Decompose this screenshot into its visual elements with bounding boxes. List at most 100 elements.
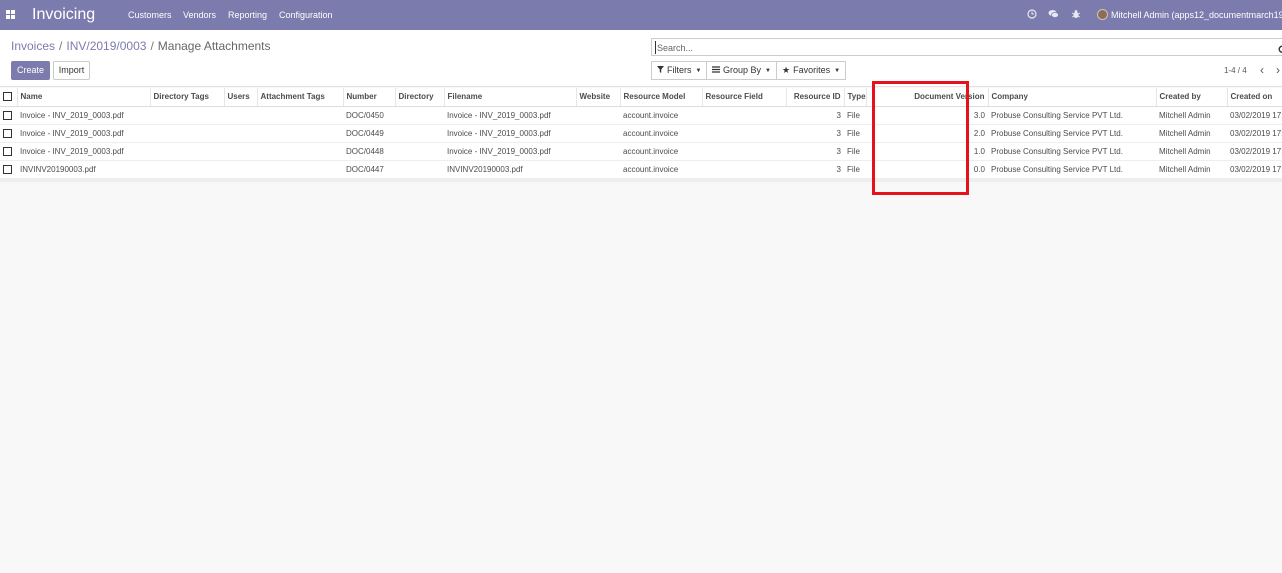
cell-directory-tags bbox=[150, 141, 224, 160]
cell-type: File bbox=[847, 110, 860, 120]
cell-created-by: Mitchell Admin bbox=[1156, 141, 1227, 160]
column-header[interactable]: Number bbox=[342, 88, 395, 107]
cell-filename: Invoice - INV_2019_0003.pdf bbox=[447, 110, 551, 120]
cell-number: DOC/0450 bbox=[346, 110, 384, 120]
star-icon: ★ bbox=[782, 65, 791, 75]
cell-resource-model: account.invoice bbox=[620, 141, 702, 160]
cell-resource-id: 3 bbox=[786, 123, 844, 142]
column-header[interactable]: Resource Model bbox=[619, 88, 702, 107]
column-header[interactable]: Type bbox=[843, 88, 866, 107]
page-title: Manage Attachments bbox=[157, 39, 271, 53]
menu-configuration[interactable]: Configuration bbox=[279, 10, 333, 20]
breadcrumb-separator: / bbox=[59, 39, 63, 53]
row-checkbox[interactable] bbox=[0, 159, 17, 178]
row-checkbox[interactable] bbox=[0, 123, 17, 142]
table-row[interactable]: Invoice - INV_2019_0003.pdf DOC/0448 Inv… bbox=[0, 141, 1282, 160]
table-row[interactable]: INVINV20190003.pdf DOC/0447 INVINV201900… bbox=[0, 159, 1282, 178]
favorites-button[interactable]: ★ Favorites ▼ bbox=[776, 61, 846, 80]
breadcrumb-invoice[interactable]: INV/2019/0003 bbox=[66, 39, 146, 53]
cell-attachment-tags bbox=[257, 141, 343, 160]
cell-attachment-tags bbox=[257, 159, 343, 178]
attachments-table: Name Directory Tags Users Attachment Tag… bbox=[0, 88, 1282, 178]
user-menu[interactable]: Mitchell Admin (apps12_documentmarch19) bbox=[1111, 10, 1282, 20]
search-icon[interactable] bbox=[1278, 42, 1282, 53]
menu-reporting[interactable]: Reporting bbox=[228, 10, 267, 20]
cell-website bbox=[576, 159, 620, 178]
cell-name: Invoice - INV_2019_0003.pdf bbox=[17, 123, 150, 142]
cell-created-by: Mitchell Admin bbox=[1159, 110, 1211, 120]
cell-filename: Invoice - INV_2019_0003.pdf bbox=[444, 123, 576, 142]
cell-created-on: 03/02/2019 17:11:17 bbox=[1227, 159, 1282, 178]
pager-value[interactable]: 1-4 / 4 bbox=[1224, 66, 1247, 75]
cell-users bbox=[224, 123, 257, 142]
column-header[interactable]: Users bbox=[223, 88, 257, 107]
chat-icon[interactable] bbox=[1048, 9, 1059, 20]
menu-customers[interactable]: Customers bbox=[128, 10, 172, 20]
cell-website bbox=[576, 106, 620, 124]
column-header[interactable]: Directory bbox=[394, 88, 444, 107]
create-button[interactable]: Create bbox=[11, 61, 50, 80]
group-by-button[interactable]: Group By ▼ bbox=[706, 61, 777, 80]
control-panel: Invoices / INV/2019/0003/Manage Attachment… bbox=[0, 30, 1282, 87]
group-by-label: Group By bbox=[723, 65, 762, 75]
row-checkbox[interactable] bbox=[0, 141, 17, 160]
column-header[interactable]: Created by bbox=[1155, 88, 1227, 107]
column-header[interactable]: Directory Tags bbox=[149, 88, 224, 107]
app-name[interactable]: Invoicing bbox=[32, 6, 95, 24]
cell-company: Probuse Consulting Service PVT Ltd. bbox=[988, 123, 1156, 142]
column-header[interactable]: Resource ID bbox=[785, 88, 844, 107]
cell-directory bbox=[395, 141, 444, 160]
caret-down-icon: ▼ bbox=[765, 68, 771, 74]
column-header[interactable]: Attachment Tags bbox=[256, 88, 343, 107]
cell-resource-field bbox=[702, 123, 786, 142]
cell-filename: Invoice - INV_2019_0003.pdf bbox=[444, 141, 576, 160]
bug-icon[interactable] bbox=[1070, 9, 1081, 20]
column-header[interactable]: Name bbox=[16, 88, 150, 107]
cell-resource-model: account.invoice bbox=[623, 110, 679, 120]
pager-previous-icon[interactable]: ‹ bbox=[1256, 63, 1268, 77]
cell-created-by: Mitchell Admin bbox=[1156, 159, 1227, 178]
column-header[interactable]: Filename bbox=[443, 88, 576, 107]
cell-filename: INVINV20190003.pdf bbox=[444, 159, 576, 178]
cell-resource-id: 3 bbox=[786, 159, 844, 178]
select-all-checkbox[interactable] bbox=[0, 88, 17, 107]
cell-directory bbox=[395, 106, 444, 124]
column-header[interactable]: Resource Field bbox=[701, 88, 786, 107]
menu-vendors[interactable]: Vendors bbox=[183, 10, 216, 20]
cell-created-on: 03/02/2019 17:12:12 bbox=[1227, 141, 1282, 160]
clock-icon[interactable] bbox=[1026, 9, 1037, 20]
cell-type: File bbox=[844, 123, 866, 142]
avatar[interactable] bbox=[1097, 9, 1108, 20]
cell-website bbox=[576, 123, 620, 142]
favorites-label: Favorites bbox=[793, 65, 831, 75]
caret-down-icon: ▼ bbox=[834, 68, 841, 74]
filters-button[interactable]: Filters ▼ bbox=[651, 61, 707, 80]
search-input[interactable] bbox=[655, 41, 1255, 54]
cell-company: Probuse Consulting Service PVT Ltd. bbox=[988, 159, 1156, 178]
table-row[interactable]: Invoice - INV_2019_0003.pdf DOC/0450 Inv… bbox=[0, 106, 1282, 124]
table-header: Name Directory Tags Users Attachment Tag… bbox=[0, 88, 1282, 107]
search-box bbox=[651, 38, 1282, 56]
cell-resource-field bbox=[702, 159, 786, 178]
import-button[interactable]: Import bbox=[53, 61, 90, 80]
table-footer bbox=[0, 178, 1282, 182]
breadcrumb-invoices[interactable]: Invoices bbox=[11, 39, 55, 53]
row-checkbox[interactable] bbox=[0, 106, 17, 124]
cell-website bbox=[576, 141, 620, 160]
pager-next-icon[interactable]: › bbox=[1272, 63, 1282, 77]
cell-name: INVINV20190003.pdf bbox=[17, 159, 150, 178]
apps-menu-icon[interactable] bbox=[6, 10, 16, 20]
cell-resource-field bbox=[702, 106, 786, 124]
table-row[interactable]: Invoice - INV_2019_0003.pdf DOC/0449 Inv… bbox=[0, 123, 1282, 142]
column-header[interactable]: Website bbox=[575, 88, 620, 107]
cell-number: DOC/0448 bbox=[343, 141, 395, 160]
cell-number: DOC/0447 bbox=[343, 159, 395, 178]
cell-attachment-tags bbox=[257, 123, 343, 142]
cell-type: File bbox=[844, 159, 866, 178]
column-header[interactable]: Company bbox=[987, 88, 1156, 107]
cell-users bbox=[224, 159, 257, 178]
cell-name: Invoice - INV_2019_0003.pdf bbox=[17, 141, 150, 160]
cell-name: Invoice - INV_2019_0003.pdf bbox=[20, 110, 124, 120]
breadcrumb: Invoices / INV/2019/0003/Manage Attachment… bbox=[11, 39, 271, 53]
column-header[interactable]: Created on bbox=[1226, 88, 1282, 107]
